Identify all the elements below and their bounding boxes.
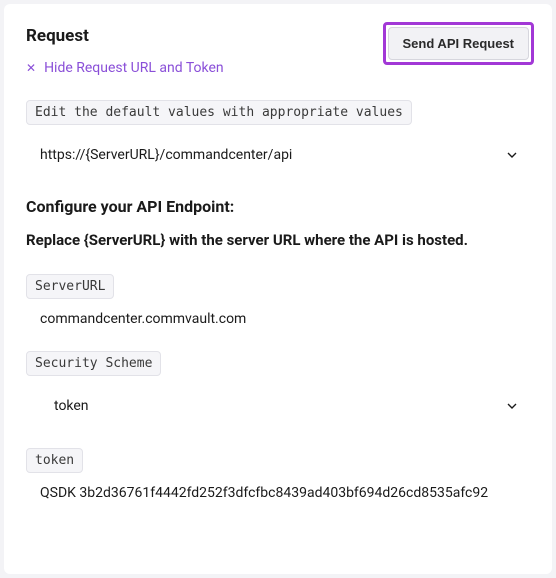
server-url-value: commandcenter.commvault.com — [26, 311, 530, 327]
hide-link-label: Hide Request URL and Token — [44, 60, 224, 76]
send-api-request-button[interactable]: Send API Request — [388, 27, 529, 60]
panel-inner: Request Send API Request ✕ Hide Request … — [4, 4, 552, 523]
security-scheme-value: token — [40, 398, 89, 414]
chevron-down-icon — [504, 398, 520, 414]
configure-heading: Configure your API Endpoint: — [26, 197, 530, 216]
token-value: QSDK 3b2d36761f4442fd252f3dfcfbc8439ad40… — [26, 485, 530, 501]
token-label: token — [26, 448, 83, 473]
send-button-highlight: Send API Request — [383, 22, 534, 65]
chevron-down-icon — [504, 147, 520, 163]
panel-title: Request — [26, 26, 89, 46]
request-panel: Request Send API Request ✕ Hide Request … — [4, 4, 552, 574]
url-dropdown[interactable]: https://{ServerURL}/commandcenter/api — [26, 137, 530, 173]
edit-hint-label: Edit the default values with appropriate… — [26, 100, 412, 125]
close-icon: ✕ — [26, 62, 36, 74]
configure-instruction: Replace {ServerURL} with the server URL … — [26, 230, 530, 252]
security-scheme-dropdown[interactable]: token — [26, 388, 530, 424]
url-dropdown-value: https://{ServerURL}/commandcenter/api — [40, 147, 292, 163]
security-scheme-label: Security Scheme — [26, 351, 161, 376]
server-url-label: ServerURL — [26, 274, 114, 299]
